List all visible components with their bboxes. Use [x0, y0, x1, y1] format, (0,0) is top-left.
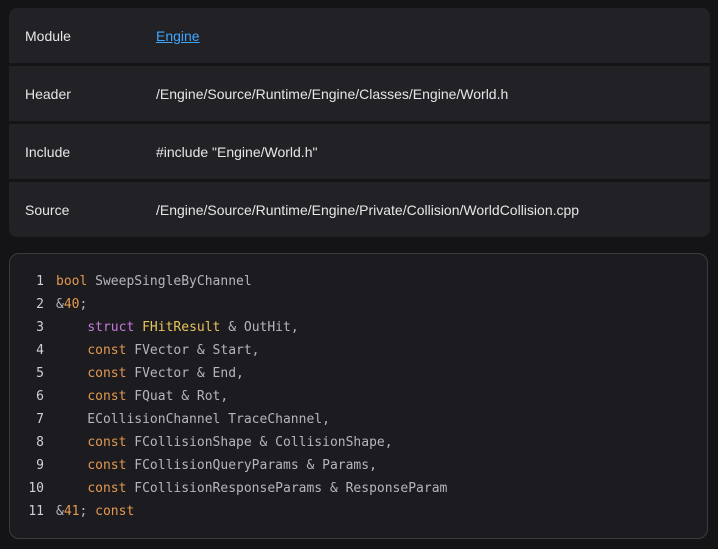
code-line: 6 const FQuat & Rot, — [10, 385, 690, 408]
code-token: ; — [79, 297, 88, 312]
code-line: 2 &40; — [10, 293, 690, 316]
info-row-header: Header /Engine/Source/Runtime/Engine/Cla… — [9, 66, 710, 121]
line-number: 9 — [36, 458, 44, 473]
code-token: FCollisionResponseParams & ResponseParam — [126, 481, 448, 496]
line-number: 1 — [36, 274, 44, 289]
code-line: 4 const FVector & Start, — [10, 339, 690, 362]
code-token: ; — [79, 504, 96, 519]
code-token: & OutHit, — [220, 320, 299, 335]
code-token: bool — [56, 274, 88, 289]
code-line: 3 struct FHitResult & OutHit, — [10, 316, 690, 339]
code-token: 40 — [63, 297, 80, 312]
line-number: 7 — [36, 412, 44, 427]
code-token: FVector & Start, — [126, 343, 260, 358]
line-number: 8 — [36, 435, 44, 450]
line-number: 11 — [28, 504, 44, 519]
code-token: 41 — [63, 504, 80, 519]
code-token: ECollisionChannel TraceChannel, — [56, 412, 330, 427]
code-token: const — [87, 458, 127, 473]
code-token: FCollisionShape & CollisionShape, — [126, 435, 393, 450]
code-token: const — [87, 481, 127, 496]
code-line: 5 const FVector & End, — [10, 362, 690, 385]
line-number: 2 — [36, 297, 44, 312]
module-link[interactable]: Engine — [156, 28, 200, 44]
code-token: const — [87, 366, 127, 381]
code-text: &41; const — [56, 500, 134, 523]
info-label-header: Header — [25, 85, 71, 102]
code-text: bool SweepSingleByChannel — [56, 270, 252, 293]
code-token: const — [87, 389, 127, 404]
line-number: 10 — [28, 481, 44, 496]
code-line: 7 ECollisionChannel TraceChannel, — [10, 408, 690, 431]
code-token: FQuat & Rot, — [126, 389, 229, 404]
code-text: ECollisionChannel TraceChannel, — [56, 408, 330, 431]
line-number: 5 — [36, 366, 44, 381]
info-row-module: Module Engine — [9, 8, 710, 63]
code-text: const FQuat & Rot, — [56, 385, 228, 408]
info-label-module: Module — [25, 27, 71, 44]
code-token: & — [56, 297, 64, 312]
code-line: 1 bool SweepSingleByChannel — [10, 270, 690, 293]
code-line: 8 const FCollisionShape & CollisionShape… — [10, 431, 690, 454]
code-text: const FCollisionResponseParams & Respons… — [56, 477, 447, 500]
code-text: const FCollisionShape & CollisionShape, — [56, 431, 393, 454]
info-label-include: Include — [25, 143, 71, 160]
info-row-source: Source /Engine/Source/Runtime/Engine/Pri… — [9, 182, 710, 237]
code-block[interactable]: 1 bool SweepSingleByChannel 2 &40; 3 struct … — [9, 253, 708, 539]
code-token: SweepSingleByChannel — [87, 274, 252, 289]
code-text: struct FHitResult & OutHit, — [56, 316, 299, 339]
code-token: & — [56, 504, 64, 519]
code-text: &40; — [56, 293, 87, 316]
header-path: /Engine/Source/Runtime/Engine/Classes/En… — [156, 85, 509, 102]
code-line: 11 &41; const — [10, 500, 690, 523]
code-line: 9 const FCollisionQueryParams & Params, — [10, 454, 690, 477]
code-text: const FVector & Start, — [56, 339, 260, 362]
include-directive: #include "Engine/World.h" — [156, 143, 318, 160]
line-number: 4 — [36, 343, 44, 358]
info-label-source: Source — [25, 201, 70, 218]
code-token: const — [87, 343, 127, 358]
code-text: const FVector & End, — [56, 362, 244, 385]
line-number: 3 — [36, 320, 44, 335]
source-path: /Engine/Source/Runtime/Engine/Private/Co… — [156, 201, 580, 218]
code-token: const — [95, 504, 135, 519]
code-token: FVector & End, — [126, 366, 244, 381]
code-token: struct — [87, 320, 135, 335]
code-token: FHitResult — [142, 320, 221, 335]
code-token: FCollisionQueryParams & Params, — [126, 458, 377, 473]
code-token: const — [87, 435, 127, 450]
info-row-include: Include #include "Engine/World.h" — [9, 124, 710, 179]
code-text: const FCollisionQueryParams & Params, — [56, 454, 377, 477]
line-number: 6 — [36, 389, 44, 404]
api-info-table: Module Engine Header /Engine/Source/Runt… — [9, 8, 710, 237]
code-line: 10 const FCollisionResponseParams & Resp… — [10, 477, 690, 500]
